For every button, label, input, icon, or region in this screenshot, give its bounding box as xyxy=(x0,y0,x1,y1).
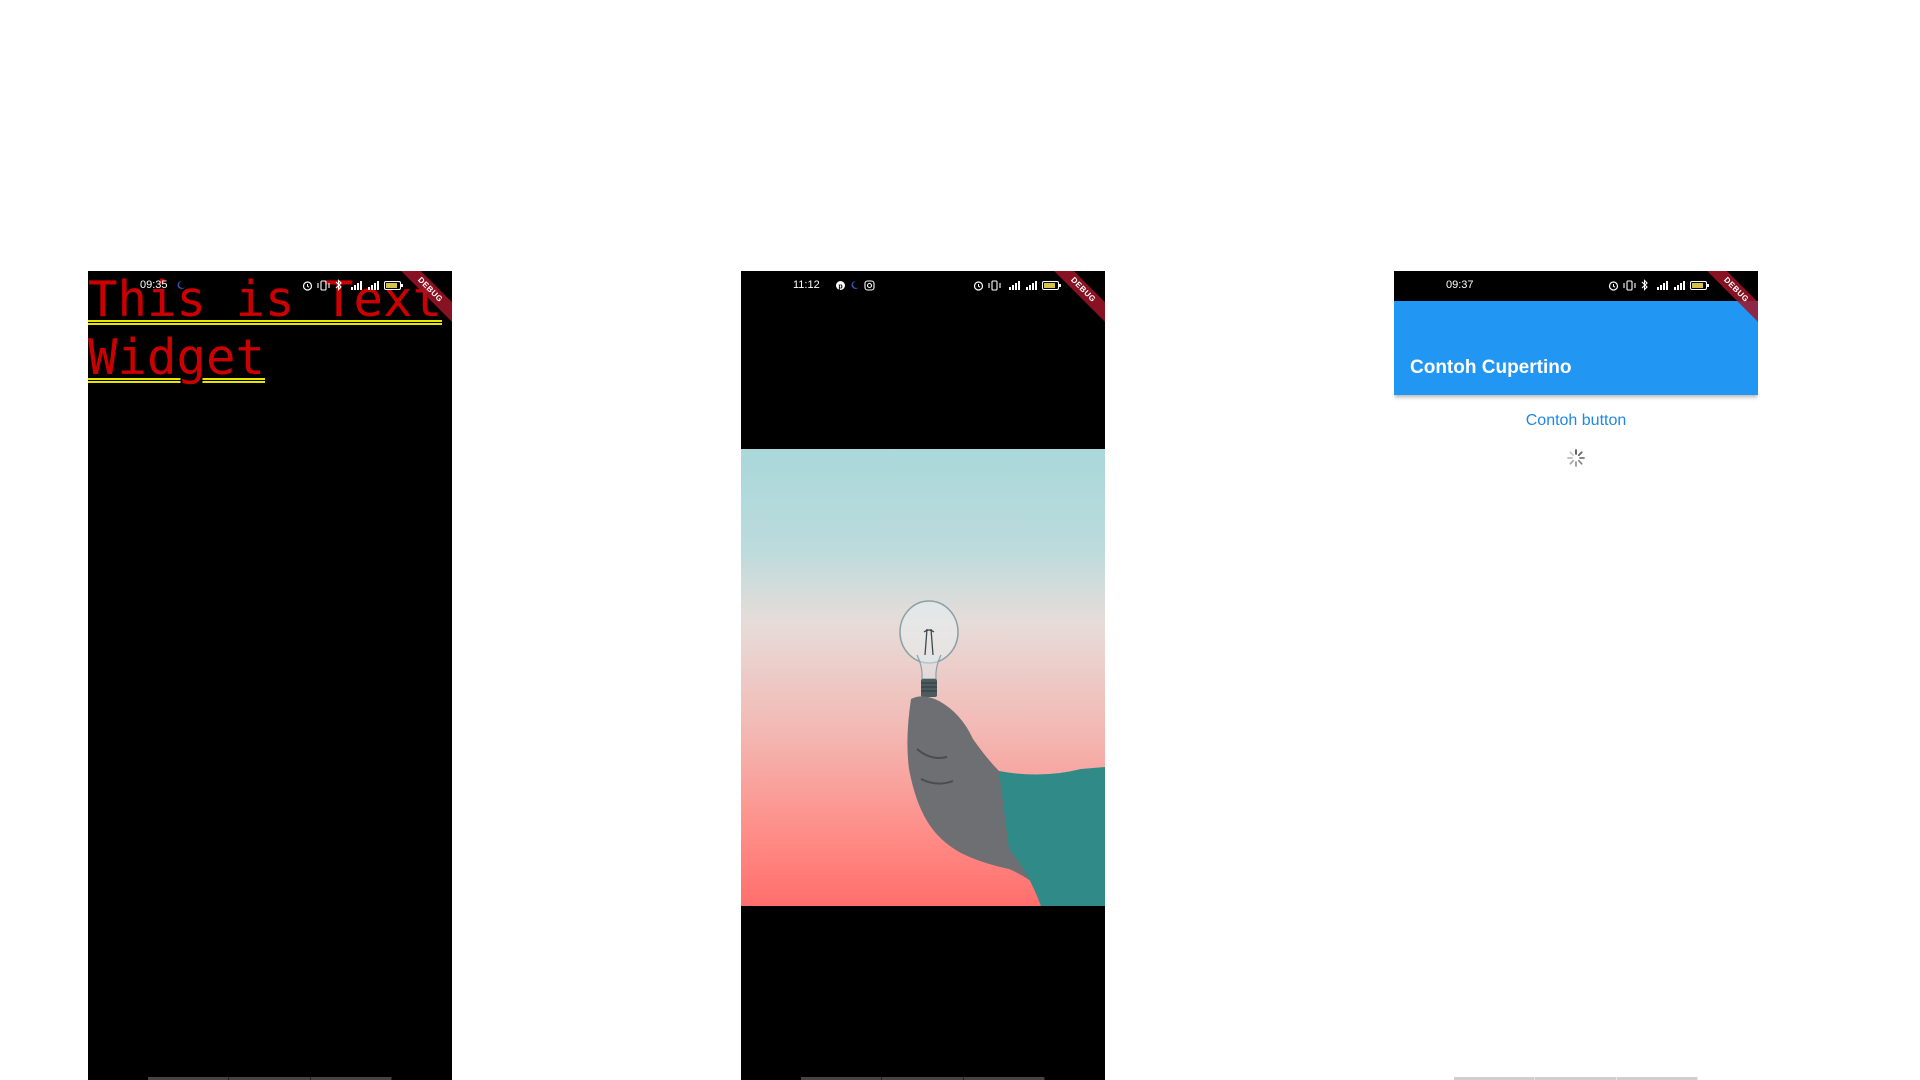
signal-icon xyxy=(1026,280,1037,290)
bluetooth-icon xyxy=(1641,279,1648,291)
signal-icon xyxy=(368,280,379,290)
signal-4g-icon xyxy=(1009,280,1020,290)
status-bar: 11:12 p xyxy=(741,271,1105,301)
signal-icon xyxy=(1674,280,1685,290)
battery-icon xyxy=(1690,280,1709,290)
notification-icons xyxy=(176,278,186,292)
status-time: 09:37 xyxy=(1446,279,1474,291)
alarm-icon xyxy=(1608,280,1619,291)
app-bar-title: Contoh Cupertino xyxy=(1410,357,1572,378)
system-status-icons xyxy=(973,278,1062,292)
system-status-icons xyxy=(1608,278,1710,292)
battery-icon xyxy=(384,280,403,290)
light-bulb-icon xyxy=(899,600,959,697)
bluetooth-icon xyxy=(335,279,342,291)
moon-icon xyxy=(851,280,859,289)
status-bar: 09:35 xyxy=(88,271,452,301)
vibrate-icon xyxy=(1623,279,1636,291)
moon-icon xyxy=(177,280,185,289)
notification-icons: p xyxy=(835,278,875,292)
system-status-icons xyxy=(302,278,404,292)
signal-4g-icon xyxy=(351,280,362,290)
status-time: 11:12 xyxy=(793,279,820,291)
phone-screen-cupertino: Contoh Cupertino 09:37 Contoh button DEB… xyxy=(1394,271,1758,1080)
phone-screen-text-widget: 09:35 This is Text Widget DEBUG xyxy=(88,271,452,1080)
contoh-button[interactable]: Contoh button xyxy=(1394,412,1758,430)
instagram-icon xyxy=(864,279,875,291)
battery-icon xyxy=(1042,280,1061,290)
vibrate-icon xyxy=(317,279,330,291)
signal-4g-icon xyxy=(1657,280,1668,290)
svg-text:p: p xyxy=(838,283,842,290)
status-time: 09:35 xyxy=(140,279,168,291)
vibrate-icon xyxy=(988,279,1001,291)
alarm-icon xyxy=(302,280,313,291)
status-bar: 09:37 xyxy=(1394,271,1758,301)
alarm-icon xyxy=(973,280,984,291)
activity-indicator-icon xyxy=(1567,449,1585,467)
light-bulb-photo xyxy=(741,449,1105,906)
phone-screen-image: 11:12 p DEBUG xyxy=(741,271,1105,1080)
hand-arm-icon xyxy=(907,696,1105,906)
pinterest-icon: p xyxy=(836,280,845,290)
